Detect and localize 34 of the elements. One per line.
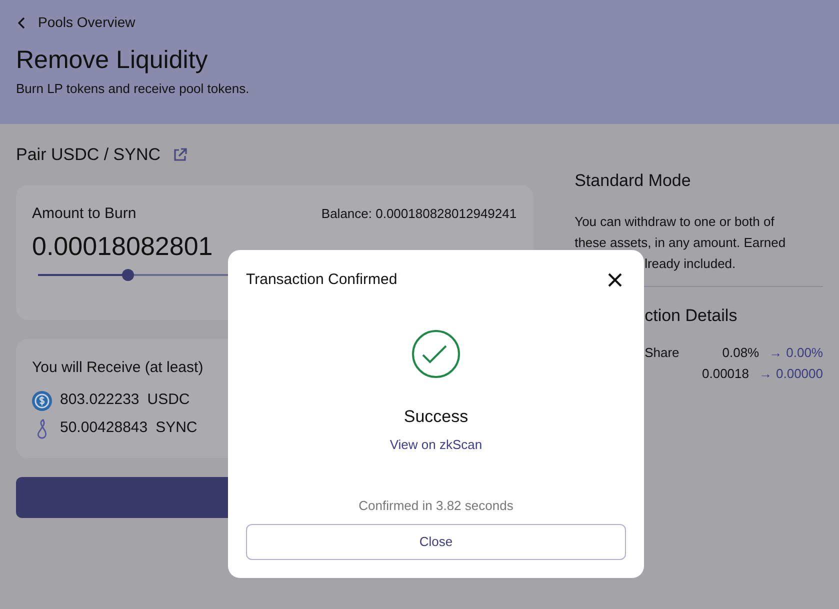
- dialog-title: Transaction Confirmed: [246, 270, 398, 290]
- close-icon[interactable]: [608, 273, 622, 288]
- check-circle-icon: [411, 328, 461, 378]
- explorer-link[interactable]: View on zkScan: [390, 435, 482, 454]
- token-amount: 50.00428843: [60, 418, 148, 438]
- arrow-text: →: [769, 344, 782, 362]
- receive-title: You will Receive (at least): [32, 358, 204, 378]
- coin-icon: [32, 390, 52, 410]
- chevron-left-icon: [18, 16, 26, 28]
- close-button[interactable]: Close: [246, 524, 626, 560]
- token-amount: 803.022233: [60, 390, 140, 410]
- back-link[interactable]: Pools Overview: [16, 12, 823, 33]
- detail-new-value: 0.00%: [786, 344, 823, 362]
- amount-value: 0.00018082801: [32, 230, 214, 262]
- detail-new-value: 0.00000: [776, 364, 823, 383]
- slider-thumb[interactable]: [122, 268, 134, 280]
- status-text: Success: [404, 406, 468, 428]
- mode-description-tail: lready included.: [644, 254, 736, 273]
- loop-icon: [35, 418, 49, 440]
- detail-label: Share: [644, 344, 680, 360]
- amount-label: Amount to Burn: [32, 204, 136, 224]
- pair-title: Pair USDC / SYNC: [16, 144, 161, 166]
- page-subtitle: Burn LP tokens and receive pool tokens.: [16, 80, 250, 98]
- external-link-icon[interactable]: [172, 148, 187, 162]
- arrow-text: →: [759, 364, 772, 383]
- details-title: ction Details: [644, 304, 738, 326]
- balance-text: Balance: 0.000180828012949241: [321, 205, 517, 223]
- detail-value: 0.00018: [702, 364, 749, 383]
- confirmation-time: Confirmed in 3.82 seconds: [358, 496, 514, 514]
- detail-value: 0.08%: [722, 344, 760, 362]
- mode-title: Standard Mode: [574, 170, 692, 192]
- page-title: Remove Liquidity: [16, 45, 209, 75]
- token-symbol: SYNC: [156, 418, 198, 438]
- token-symbol: USDC: [147, 390, 190, 410]
